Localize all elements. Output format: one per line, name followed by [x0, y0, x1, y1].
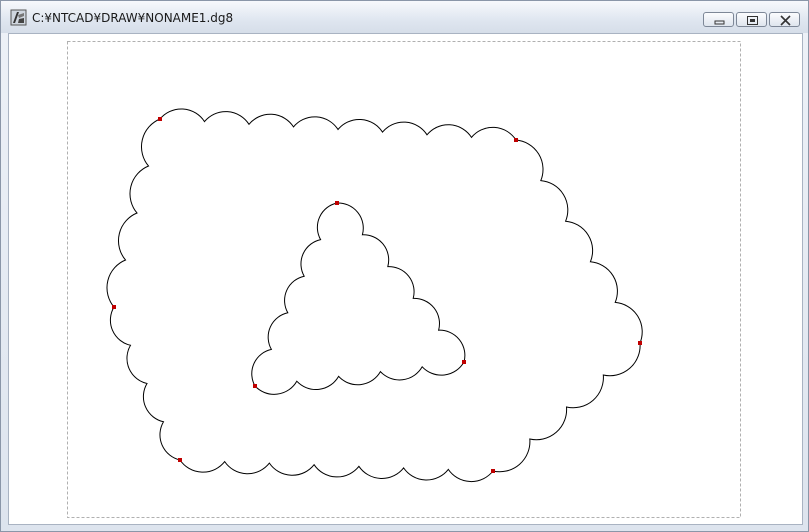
outer-revision-cloud[interactable] — [106, 108, 643, 483]
selection-handles — [112, 117, 642, 473]
inner-cloud-outline[interactable] — [251, 202, 466, 395]
restore-button[interactable] — [736, 12, 767, 27]
page-border — [67, 41, 741, 518]
vertex-handle[interactable] — [638, 341, 642, 345]
vertex-handle[interactable] — [112, 305, 116, 309]
vertex-handle[interactable] — [158, 117, 162, 121]
vertex-handle[interactable] — [335, 201, 339, 205]
app-icon[interactable] — [10, 9, 27, 26]
drawing-canvas[interactable] — [8, 33, 803, 525]
vertex-handle[interactable] — [462, 360, 466, 364]
vertex-handle[interactable] — [178, 458, 182, 462]
close-button[interactable] — [769, 12, 800, 27]
inner-revision-cloud[interactable] — [251, 202, 466, 395]
vertex-handle[interactable] — [253, 384, 257, 388]
minimize-button[interactable] — [703, 12, 734, 27]
vertex-handle[interactable] — [491, 469, 495, 473]
title-bar[interactable]: C:¥NTCAD¥DRAW¥NONAME1.dg8 — [1, 1, 808, 33]
window-title: C:¥NTCAD¥DRAW¥NONAME1.dg8 — [32, 11, 234, 25]
minimize-icon — [714, 20, 725, 25]
close-icon — [780, 15, 791, 26]
outer-cloud-outline[interactable] — [106, 108, 643, 483]
drawing-area[interactable] — [9, 34, 802, 524]
vertex-handle[interactable] — [514, 138, 518, 142]
app-window: C:¥NTCAD¥DRAW¥NONAME1.dg8 — [0, 0, 809, 532]
restore-icon — [747, 16, 758, 25]
